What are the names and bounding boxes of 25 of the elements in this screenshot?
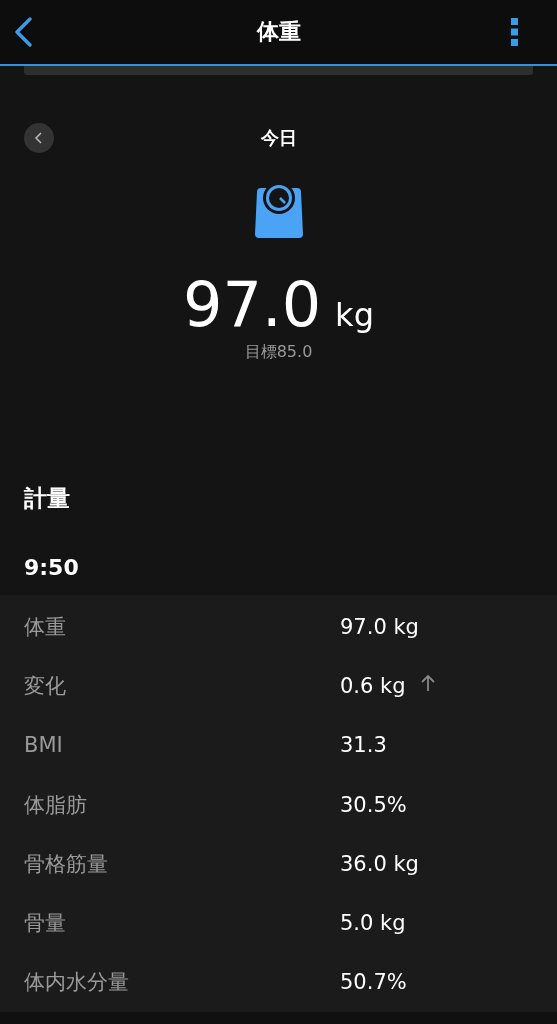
metric-label: 骨格筋量 (24, 850, 109, 878)
back-icon[interactable] (12, 16, 34, 48)
more-icon[interactable] (511, 17, 519, 47)
metric-value: 50.7% (340, 970, 407, 995)
metric-value: 5.0 kg (340, 911, 406, 936)
previous-button[interactable] (24, 123, 54, 153)
weight-value: 97.0 (183, 270, 322, 340)
screen-title: 体重 (256, 18, 301, 46)
metric-value: 0.6 kg (340, 673, 406, 698)
weight-unit: kg (335, 296, 374, 334)
metric-value: 31.3 (340, 733, 387, 758)
metric-label: 骨量 (24, 910, 67, 938)
metric-value: 36.0 kg (340, 851, 419, 876)
goal-label: 目標85.0 (243, 342, 314, 363)
metric-label: BMI (24, 733, 64, 758)
metric-label: 体内水分量 (24, 969, 130, 997)
metric-label: 体重 (24, 613, 67, 641)
chevron-left-icon (34, 132, 44, 144)
metric-value: 30.5% (340, 792, 407, 817)
measurement-time: 9:50 (23, 554, 80, 582)
section-title: 計量 (23, 484, 71, 513)
metric-label: 体脂肪 (24, 791, 88, 819)
metric-label: 変化 (24, 672, 67, 700)
period-label: 今日 (260, 126, 297, 150)
metric-value: 97.0 kg (340, 614, 419, 639)
